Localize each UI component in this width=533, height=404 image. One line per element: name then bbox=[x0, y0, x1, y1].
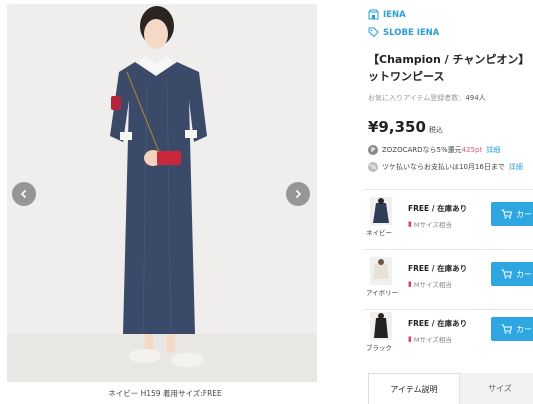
variant-note: ▮ Mサイズ相当 bbox=[408, 334, 452, 344]
variant-row-ivory: アイボリー FREE / 在庫あり ▮ Mサイズ相当 カー bbox=[364, 253, 533, 309]
tab-item-description[interactable]: アイテム説明 bbox=[368, 373, 460, 404]
variant-row-navy: ネイビー FREE / 在庫あり ▮ Mサイズ相当 カー bbox=[364, 193, 533, 249]
variant-color: アイボリー bbox=[366, 289, 399, 297]
image-caption: ネイビー H159 着用サイズ:FREE bbox=[108, 389, 222, 398]
tsuke-text: ツケ払いならお支払いは10月16日まで bbox=[382, 163, 505, 171]
chevron-left-icon bbox=[20, 189, 27, 199]
variant-thumbnail[interactable] bbox=[370, 257, 392, 285]
variant-note: ▮ Mサイズ相当 bbox=[408, 219, 452, 229]
ruler-icon: ▮ bbox=[408, 280, 412, 288]
variant-note-text: Mサイズ相当 bbox=[413, 221, 452, 229]
variant-note-text: Mサイズ相当 bbox=[413, 336, 452, 344]
product-title: 【Champion / チャンピオン】 ットワンピース bbox=[368, 51, 533, 85]
tsuke-promo: % ツケ払いならお支払いは10月16日まで 詳細 bbox=[368, 162, 523, 172]
product-title-line1: 【Champion / チャンピオン】 bbox=[368, 53, 530, 66]
tag-icon bbox=[368, 27, 379, 38]
zozocard-detail-link[interactable]: 詳細 bbox=[486, 145, 500, 155]
zozocard-promo: P ZOZOCARDなら5%還元425pt 詳細 bbox=[368, 145, 500, 155]
cart-label: カー bbox=[516, 324, 532, 334]
divider bbox=[364, 189, 533, 190]
favorite-count: お気に入りアイテム登録者数：494人 bbox=[368, 93, 486, 103]
zozocard-text: ZOZOCARDなら5%還元425pt bbox=[382, 145, 482, 155]
cart-icon bbox=[501, 209, 512, 219]
price: ¥9,350 税込 bbox=[368, 117, 443, 136]
brand-row-iena: IENA bbox=[368, 9, 406, 20]
price-amount: ¥9,350 bbox=[368, 118, 426, 136]
add-to-cart-button[interactable]: カー bbox=[491, 317, 533, 341]
cart-icon bbox=[501, 324, 512, 334]
next-image-button[interactable] bbox=[286, 182, 310, 206]
variant-thumbnail[interactable] bbox=[370, 197, 392, 225]
divider bbox=[364, 249, 533, 250]
brand-row-slobe-iena: SLOBE IENA bbox=[368, 27, 439, 38]
variant-note-text: Mサイズ相当 bbox=[413, 281, 452, 289]
detail-tabs: アイテム説明 サイズ bbox=[364, 373, 533, 404]
chevron-right-icon bbox=[295, 189, 302, 199]
percent-icon: % bbox=[368, 162, 378, 172]
variant-size: FREE / 在庫あり bbox=[408, 204, 468, 213]
favorite-count-value: 494人 bbox=[465, 94, 486, 102]
variant-row-black: ブラック FREE / 在庫あり ▮ Mサイズ相当 カー bbox=[364, 308, 533, 364]
product-title-line2: ットワンピース bbox=[368, 70, 445, 83]
variant-color: ネイビー bbox=[366, 229, 392, 237]
brand-link-iena[interactable]: IENA bbox=[383, 10, 406, 20]
model-illustration bbox=[7, 4, 317, 382]
shop-icon bbox=[368, 9, 379, 20]
zozocard-prefix: ZOZOCARDなら5%還元 bbox=[382, 146, 462, 154]
cart-label: カー bbox=[516, 269, 532, 279]
cart-label: カー bbox=[516, 209, 532, 219]
cart-icon bbox=[501, 269, 512, 279]
brand-link-slobe-iena[interactable]: SLOBE IENA bbox=[383, 28, 439, 38]
point-icon: P bbox=[368, 145, 378, 155]
variant-thumbnail[interactable] bbox=[370, 312, 392, 340]
ruler-icon: ▮ bbox=[408, 220, 412, 228]
favorite-count-label: お気に入りアイテム登録者数： bbox=[368, 94, 466, 102]
variant-size: FREE / 在庫あり bbox=[408, 264, 468, 273]
product-photo[interactable] bbox=[7, 4, 317, 382]
product-info: IENA SLOBE IENA 【Champion / チャンピオン】 ットワン… bbox=[364, 0, 533, 404]
product-gallery: ネイビー H159 着用サイズ:FREE bbox=[0, 0, 330, 404]
add-to-cart-button[interactable]: カー bbox=[491, 262, 533, 286]
add-to-cart-button[interactable]: カー bbox=[491, 202, 533, 226]
variant-color: ブラック bbox=[366, 344, 392, 352]
tsuke-detail-link[interactable]: 詳細 bbox=[509, 162, 523, 172]
tab-size[interactable]: サイズ bbox=[460, 373, 533, 404]
zozocard-points: 425pt bbox=[461, 146, 483, 154]
ruler-icon: ▮ bbox=[408, 335, 412, 343]
prev-image-button[interactable] bbox=[12, 182, 36, 206]
variant-note: ▮ Mサイズ相当 bbox=[408, 279, 452, 289]
tax-label: 税込 bbox=[428, 126, 443, 134]
variant-size: FREE / 在庫あり bbox=[408, 319, 468, 328]
